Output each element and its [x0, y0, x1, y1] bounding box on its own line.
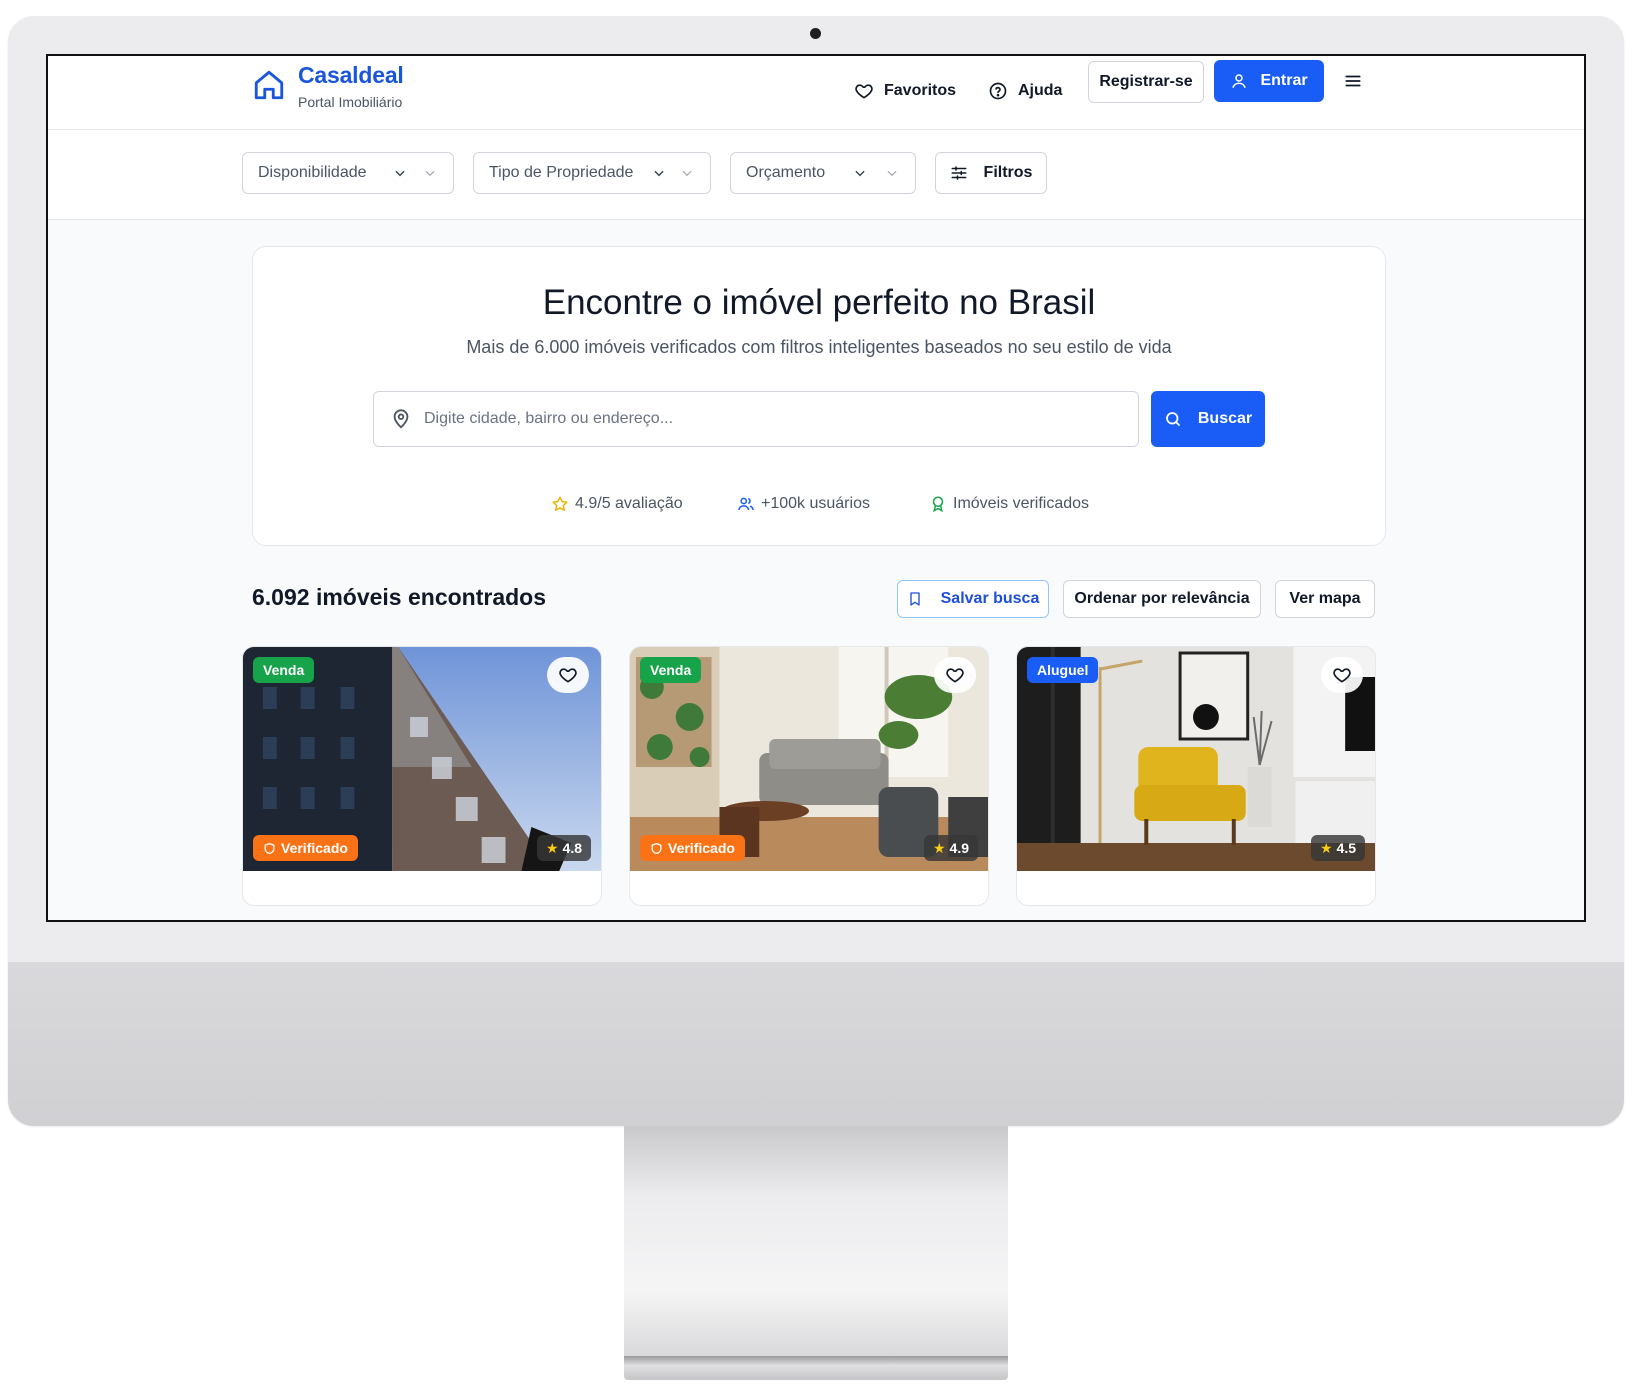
award-icon	[932, 496, 944, 513]
rating-value: 4.8	[562, 840, 582, 856]
listing-card[interactable]: Venda Verificado ★ 4.8	[242, 646, 602, 906]
filter-bar: Disponibilidade Tipo de Propriedade Orça…	[48, 130, 1584, 220]
budget-dropdown[interactable]: Orçamento	[730, 152, 916, 194]
property-type-label: Tipo de Propriedade	[489, 164, 634, 181]
rating-stat: 4.9/5 avaliação	[551, 495, 683, 513]
register-button[interactable]: Registrar-se	[1088, 61, 1204, 103]
help-circle-icon	[989, 82, 1007, 100]
listing-type-badge: Venda	[253, 657, 315, 683]
verified-stat: Imóveis verificados	[929, 495, 1089, 513]
monitor-stand-foot	[624, 1356, 1008, 1380]
house-icon[interactable]	[252, 68, 286, 102]
view-map-button[interactable]: Ver mapa	[1275, 580, 1375, 618]
verified-stat-label: Imóveis verificados	[953, 495, 1090, 512]
heart-icon	[559, 668, 577, 683]
monitor-chin	[8, 962, 1624, 1126]
sort-label: Ordenar por relevância	[1074, 590, 1250, 607]
users-stat: +100k usuários	[737, 495, 870, 513]
shield-icon	[264, 842, 275, 854]
heart-icon	[855, 84, 873, 99]
help-label: Ajuda	[1018, 82, 1063, 99]
chevron-down-icon	[654, 170, 664, 177]
chevron-down-icon	[425, 170, 435, 177]
rating-stat-label: 4.9/5 avaliação	[575, 495, 683, 512]
search-button[interactable]: Buscar	[1151, 391, 1265, 447]
more-filters-label: Filtros	[983, 164, 1033, 181]
camera-icon	[810, 28, 821, 39]
map-pin-icon	[393, 409, 409, 429]
star-icon	[552, 496, 568, 511]
budget-label: Orçamento	[746, 164, 826, 181]
rating-badge: ★ 4.9	[923, 835, 978, 861]
star-icon: ★	[1319, 839, 1333, 856]
availability-label: Disponibilidade	[258, 164, 367, 181]
hamburger-icon[interactable]	[1344, 72, 1362, 90]
hero-title: Encontre o imóvel perfeito no Brasil	[542, 283, 1096, 322]
listing-type-badge: Venda	[640, 657, 702, 683]
save-search-label: Salvar busca	[940, 590, 1040, 607]
sort-button[interactable]: Ordenar por relevância	[1063, 580, 1261, 618]
screen: Casaldeal Portal Imobiliário Favoritos A…	[46, 54, 1586, 922]
top-navigation-bar: Casaldeal Portal Imobiliário Favoritos A…	[48, 56, 1584, 130]
results-count: 6.092 imóveis encontrados	[252, 584, 547, 610]
favorite-button[interactable]	[1321, 657, 1363, 693]
chevron-down-icon	[682, 170, 692, 177]
location-search-input[interactable]: Digite cidade, bairro ou endereço...	[373, 391, 1139, 447]
listing-card[interactable]: Aluguel ★ 4.5	[1016, 646, 1376, 906]
view-map-label: Ver mapa	[1289, 590, 1361, 607]
favorites-link[interactable]: Favoritos	[854, 74, 956, 108]
listing-card[interactable]: Venda Verificado ★ 4.9	[629, 646, 989, 906]
brand-name[interactable]: Casaldeal	[298, 62, 404, 89]
users-icon	[738, 497, 754, 511]
chevron-down-icon	[395, 170, 405, 177]
property-type-dropdown[interactable]: Tipo de Propriedade	[473, 152, 711, 194]
help-link[interactable]: Ajuda	[988, 74, 1062, 108]
rating-badge: ★ 4.8	[536, 835, 591, 861]
hero-subtitle: Mais de 6.000 imóveis verificados com fi…	[466, 337, 1172, 357]
verified-label: Verificado	[281, 840, 348, 856]
bookmark-icon	[909, 592, 920, 606]
star-icon: ★	[932, 839, 946, 856]
rating-value: 4.5	[1336, 840, 1356, 856]
search-button-label: Buscar	[1197, 410, 1253, 427]
users-stat-label: +100k usuários	[761, 495, 870, 512]
chevron-down-icon	[887, 170, 897, 177]
brand-tagline: Portal Imobiliário	[298, 94, 403, 110]
listing-type-badge: Aluguel	[1027, 657, 1099, 683]
rating-badge: ★ 4.5	[1310, 835, 1365, 861]
save-search-button[interactable]: Salvar busca	[897, 580, 1049, 618]
heart-icon	[1333, 668, 1351, 683]
favorite-button[interactable]	[547, 657, 589, 693]
shield-icon	[651, 842, 662, 854]
hero-search-card: Encontre o imóvel perfeito no Brasil Mai…	[252, 246, 1386, 546]
heart-icon	[946, 668, 964, 683]
favorites-label: Favoritos	[884, 82, 957, 99]
availability-dropdown[interactable]: Disponibilidade	[242, 152, 454, 194]
login-label: Entrar	[1260, 72, 1308, 89]
sliders-icon	[951, 166, 967, 180]
monitor-stand	[624, 1126, 1008, 1362]
verified-badge: Verificado	[640, 835, 745, 861]
verified-badge: Verificado	[253, 835, 358, 861]
more-filters-button[interactable]: Filtros	[935, 152, 1047, 194]
search-placeholder: Digite cidade, bairro ou endereço...	[424, 410, 674, 427]
register-label: Registrar-se	[1099, 73, 1193, 90]
rating-value: 4.9	[949, 840, 969, 856]
login-button[interactable]: Entrar	[1214, 60, 1324, 102]
verified-label: Verificado	[668, 840, 735, 856]
chevron-down-icon	[855, 170, 865, 177]
favorite-button[interactable]	[934, 657, 976, 693]
star-icon: ★	[545, 839, 559, 856]
search-icon	[1165, 412, 1180, 426]
user-icon	[1232, 74, 1247, 88]
